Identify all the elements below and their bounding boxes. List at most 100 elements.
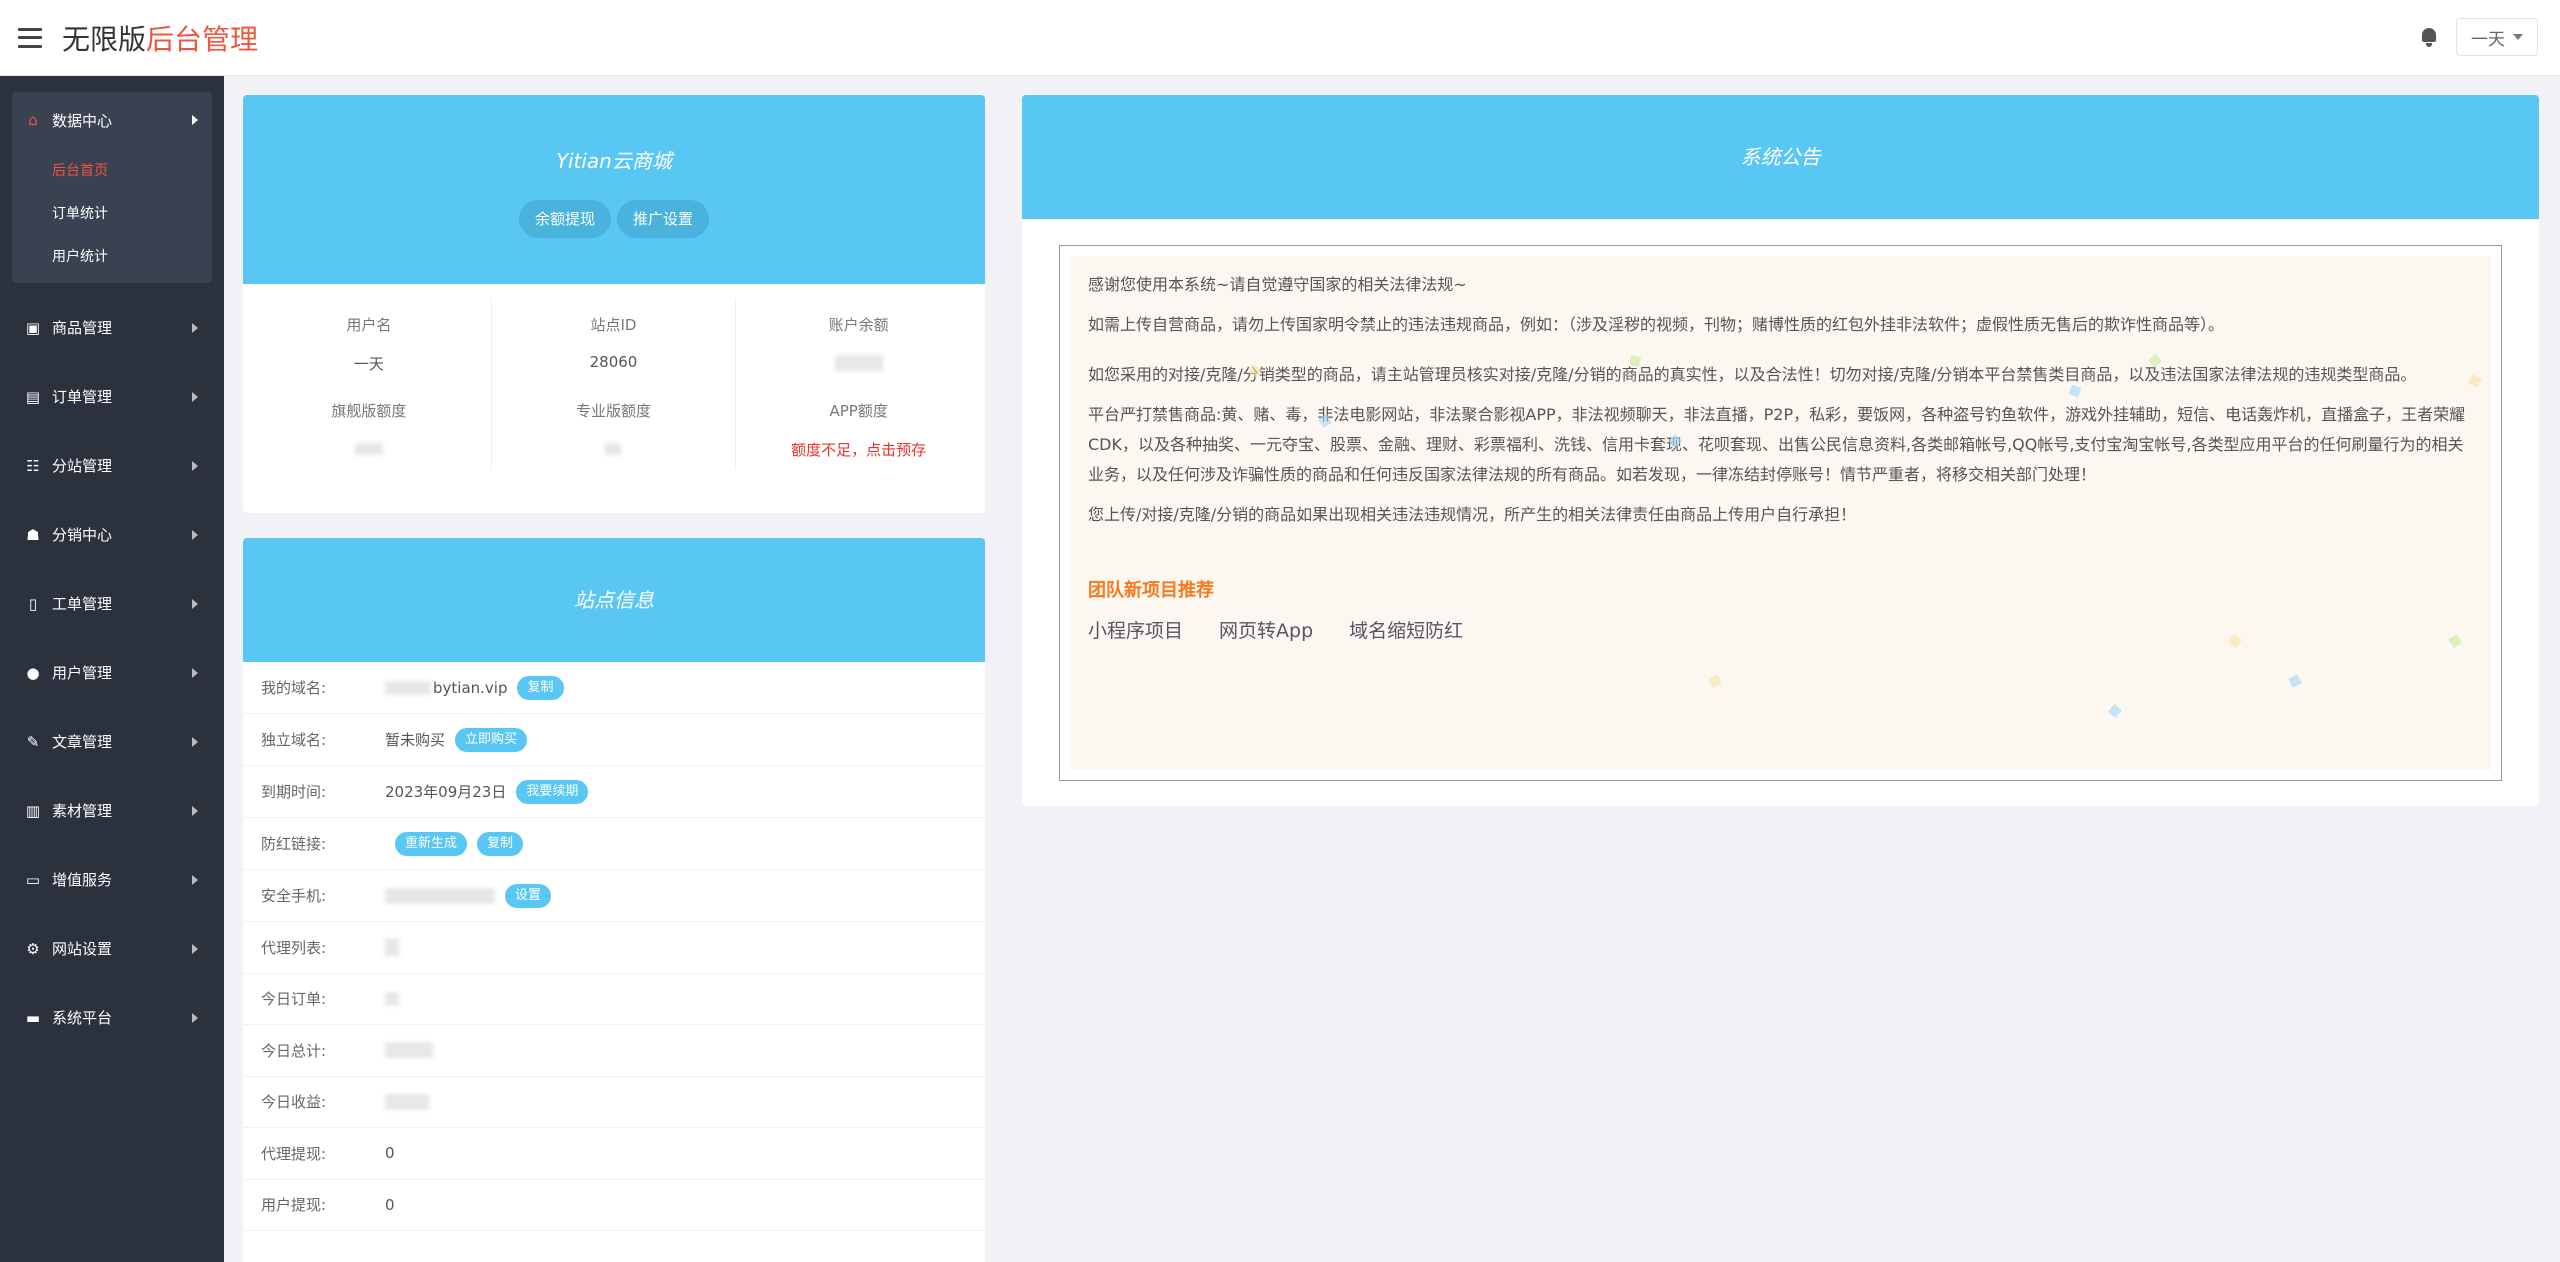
sitemap-icon: ☷ xyxy=(26,456,40,475)
chevron-right-icon xyxy=(192,1012,198,1023)
sidebar-item-articles[interactable]: ✎ 文章管理 xyxy=(0,707,224,776)
row-label: 今日订单: xyxy=(261,990,327,1009)
stat-pro-quota: 专业版额度 xyxy=(492,384,737,470)
row-today-orders: 今日订单: xyxy=(243,974,985,1025)
stat-label: APP额度 xyxy=(829,402,888,420)
sidebar-item-goods[interactable]: ▣ 商品管理 xyxy=(0,293,224,362)
caret-down-icon xyxy=(2513,34,2523,40)
home-icon: ⌂ xyxy=(28,111,38,129)
notice-box: 感谢您使用本系统~请自觉遵守国家的相关法律法规~ 如需上传自营商品，请勿上传国家… xyxy=(1059,245,2502,781)
sidebar-item-label: 用户管理 xyxy=(52,664,113,682)
cogs-icon: ⚙ xyxy=(26,939,40,958)
prestore-link[interactable]: 额度不足，点击预存 xyxy=(736,439,981,460)
sidebar-item-system-platform[interactable]: ▬ 系统平台 xyxy=(0,983,224,1052)
row-custom-domain: 独立域名: 暂未购买 立即购买 xyxy=(243,714,985,766)
stat-value: 一天 xyxy=(353,355,384,373)
sidebar-group-data-center: ⌂ 数据中心 后台首页 订单统计 用户统计 xyxy=(12,92,212,283)
sidebar-item-label: 增值服务 xyxy=(52,871,113,889)
copy-link-button[interactable]: 复制 xyxy=(477,831,524,856)
agent-withdraw-value: 0 xyxy=(385,1144,395,1163)
stat-site-id: 站点ID 28060 xyxy=(492,298,737,384)
chevron-right-icon xyxy=(192,667,198,678)
team-link-web-to-app[interactable]: 网页转App xyxy=(1219,616,1313,646)
chevron-right-icon xyxy=(192,598,198,609)
sidebar-item-label: 商品管理 xyxy=(52,319,113,337)
user-dropdown[interactable]: 一天 xyxy=(2456,18,2538,56)
stat-label: 用户名 xyxy=(346,316,392,334)
sidebar-sub-home[interactable]: 后台首页 xyxy=(12,148,212,191)
custom-domain-value: 暂未购买 xyxy=(385,731,446,749)
notice-paragraph-2: 如需上传自营商品，请勿上传国家明令禁止的违法违规商品，例如：（涉及淫秽的视频，刊… xyxy=(1088,315,2225,334)
row-label: 安全手机: xyxy=(261,887,327,905)
brand-accent: 后台管理 xyxy=(146,22,259,56)
stat-label: 站点ID xyxy=(590,316,637,334)
stat-value-blurred xyxy=(247,439,491,457)
notice-content: 感谢您使用本系统~请自觉遵守国家的相关法律法规~ 如需上传自营商品，请勿上传国家… xyxy=(1070,256,2491,770)
brand-plain: 无限版 xyxy=(62,22,147,56)
team-link-short-url[interactable]: 域名缩短防红 xyxy=(1349,616,1463,646)
sidebar-item-distribution[interactable]: ☗ 分销中心 xyxy=(0,500,224,569)
row-agent-withdraw: 代理提现: 0 xyxy=(243,1128,985,1180)
row-today-income: 今日收益: xyxy=(243,1077,985,1128)
sidebar-item-value-added[interactable]: ▭ 增值服务 xyxy=(0,845,224,914)
sidebar-item-orders[interactable]: ▤ 订单管理 xyxy=(0,362,224,431)
row-label: 今日收益: xyxy=(261,1093,327,1112)
sidebar-sub-order-stats[interactable]: 订单统计 xyxy=(12,191,212,234)
row-label: 独立域名: xyxy=(261,731,327,749)
sidebar-item-substations[interactable]: ☷ 分站管理 xyxy=(0,431,224,500)
row-label: 用户提现: xyxy=(261,1196,327,1215)
user-secret-icon: ☗ xyxy=(26,525,40,544)
withdraw-button[interactable]: 余额提现 xyxy=(518,200,611,238)
sidebar-item-tickets[interactable]: ▯ 工单管理 xyxy=(0,569,224,638)
chevron-right-icon xyxy=(192,529,198,540)
sidebar-item-data-center[interactable]: ⌂ 数据中心 xyxy=(12,92,212,148)
sidebar-item-materials[interactable]: ▥ 素材管理 xyxy=(0,776,224,845)
chevron-right-icon xyxy=(192,460,198,471)
stat-value-blurred xyxy=(492,439,736,457)
site-info-panel: 站点信息 我的域名: bytian.vip 复制 独立域名: 暂未购买 立即购买 到… xyxy=(243,538,985,1262)
buy-now-button[interactable]: 立即购买 xyxy=(455,727,528,752)
sidebar-item-site-settings[interactable]: ⚙ 网站设置 xyxy=(0,914,224,983)
sidebar-item-users[interactable]: ● 用户管理 xyxy=(0,638,224,707)
sidebar-item-label: 素材管理 xyxy=(52,802,113,820)
sidebar-sub-user-stats[interactable]: 用户统计 xyxy=(12,234,212,277)
chevron-right-icon xyxy=(192,391,198,402)
shop-stats: 用户名 一天 站点ID 28060 账户余额 旗舰版额度 专业版额度 APP额度… xyxy=(243,298,985,470)
notice-paragraph-3: 如您采用的对接/克隆/分销类型的商品，请主站管理员核实对接/克隆/分销的商品的真… xyxy=(1088,365,2417,384)
laptop-icon: ▬ xyxy=(25,1008,41,1027)
site-info-header: 站点信息 xyxy=(243,538,985,662)
notice-paragraph-5: 您上传/对接/克隆/分销的商品如果出现相关违法违规情况，所产生的相关法律责任由商… xyxy=(1088,505,1857,524)
stat-username: 用户名 一天 xyxy=(247,298,492,384)
row-label: 防红链接: xyxy=(261,835,327,853)
chevron-right-icon xyxy=(192,736,198,747)
bell-icon[interactable] xyxy=(2418,26,2440,48)
cart-icon: ▤ xyxy=(25,387,41,406)
stat-balance: 账户余额 xyxy=(736,298,981,384)
row-user-withdraw: 用户提现: 0 xyxy=(243,1180,985,1231)
expire-value: 2023年09月23日 xyxy=(385,783,507,801)
renew-button[interactable]: 我要续期 xyxy=(516,779,589,804)
copy-domain-button[interactable]: 复制 xyxy=(517,675,564,700)
row-phone: 安全手机: 设置 xyxy=(243,870,985,922)
row-domain: 我的域名: bytian.vip 复制 xyxy=(243,662,985,714)
sidebar: ⌂ 数据中心 后台首页 订单统计 用户统计 ▣ 商品管理 ▤ 订单管理 ☷ 分站管理 … xyxy=(0,76,224,1262)
sidebar-item-label: 网站设置 xyxy=(52,940,113,958)
chevron-right-icon xyxy=(192,115,198,125)
user-withdraw-value: 0 xyxy=(385,1195,395,1214)
promo-settings-button[interactable]: 推广设置 xyxy=(617,200,710,238)
set-phone-button[interactable]: 设置 xyxy=(505,883,552,908)
row-today-total: 今日总计: xyxy=(243,1025,985,1077)
gift-icon: ▣ xyxy=(25,318,41,337)
regenerate-button[interactable]: 重新生成 xyxy=(395,831,468,856)
sidebar-sub-label: 用户统计 xyxy=(52,248,108,265)
sidebar-item-label: 文章管理 xyxy=(52,733,113,751)
chevron-right-icon xyxy=(192,322,198,333)
top-header: 无限版后台管理 一天 xyxy=(0,0,2560,76)
sidebar-sub-label: 订单统计 xyxy=(52,205,108,222)
site-info-title: 站点信息 xyxy=(574,588,654,612)
team-project-links: 小程序项目 网页转App 域名缩短防红 xyxy=(1088,616,2473,646)
shop-panel: Yitian云商城 余额提现 推广设置 用户名 一天 站点ID 28060 账户… xyxy=(243,95,985,513)
menu-toggle-icon[interactable] xyxy=(18,27,42,48)
team-link-mini-program[interactable]: 小程序项目 xyxy=(1088,616,1183,646)
notice-paragraph-4: 平台严打禁售商品:黄、赌、毒，非法电影网站，非法聚合影视APP，非法视频聊天，非… xyxy=(1088,405,2466,484)
